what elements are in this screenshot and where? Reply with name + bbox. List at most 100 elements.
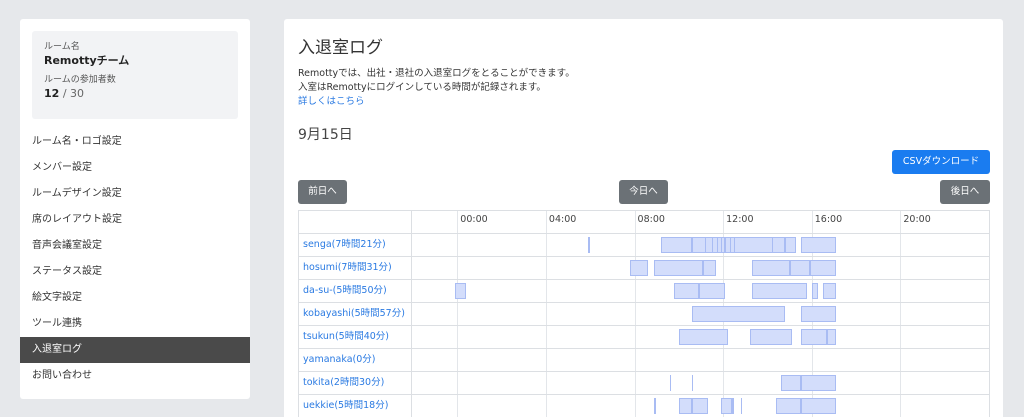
presence-segment <box>678 398 693 414</box>
sidebar-item[interactable]: ルーム名・ロゴ設定 <box>20 129 250 155</box>
grid-line <box>457 349 459 371</box>
presence-segment <box>776 398 801 414</box>
presence-mark <box>771 237 773 253</box>
presence-mark <box>716 237 718 253</box>
presence-segment <box>692 398 708 414</box>
user-name-link[interactable]: da-su-(5時間50分) <box>299 280 412 302</box>
grid-line <box>457 303 459 325</box>
main-panel: 入退室ログ Remottyでは、出社・退社の入退室ログをとることができます。 入… <box>284 19 1003 417</box>
sidebar-item[interactable]: 席のレイアウト設定 <box>20 207 250 233</box>
presence-segment <box>678 329 728 345</box>
grid-line <box>723 257 725 279</box>
sidebar-item[interactable]: ステータス設定 <box>20 259 250 285</box>
grid-line <box>811 349 813 371</box>
grid-line <box>545 234 547 256</box>
next-day-button[interactable]: 後日へ <box>940 180 990 204</box>
presence-segment <box>654 398 657 414</box>
sidebar-item[interactable]: お問い合わせ <box>20 363 250 389</box>
user-name-link[interactable]: yamanaka(0分) <box>299 349 412 371</box>
sidebar-item[interactable]: 音声会議室設定 <box>20 233 250 259</box>
header-name-cell <box>299 211 412 233</box>
page-description: Remottyでは、出社・退社の入退室ログをとることができます。 入室はRemo… <box>298 67 575 109</box>
grid-line <box>634 349 636 371</box>
sidebar-item[interactable]: 絵文字設定 <box>20 285 250 311</box>
page-title: 入退室ログ <box>298 38 383 58</box>
presence-segment <box>455 283 467 299</box>
description-line-1: Remottyでは、出社・退社の入退室ログをとることができます。 <box>298 68 575 79</box>
presence-mark <box>740 398 742 414</box>
attendance-log-table: 00:00 04:00 08:00 12:00 16:00 20:00 senga(7時間… <box>298 210 990 417</box>
presence-mark <box>734 237 736 253</box>
log-row: kobayashi(5時間57分) <box>299 303 989 326</box>
presence-segment <box>811 283 819 299</box>
user-name-link[interactable]: tsukun(5時間40分) <box>299 326 412 348</box>
today-button[interactable]: 今日へ <box>619 180 668 204</box>
presence-segment <box>661 237 693 253</box>
presence-segment <box>822 283 837 299</box>
sidebar-item[interactable]: ルームデザイン設定 <box>20 181 250 207</box>
presence-segment <box>751 260 790 276</box>
presence-segment <box>720 398 732 414</box>
grid-line <box>545 395 547 417</box>
grid-line <box>457 372 459 394</box>
sidebar-item[interactable]: メンバー設定 <box>20 155 250 181</box>
time-tick-label: 16:00 <box>814 214 843 225</box>
members-max: / 30 <box>62 87 85 100</box>
time-tick-label: 12:00 <box>726 214 754 225</box>
grid-line <box>457 257 459 279</box>
presence-segment <box>732 398 735 414</box>
grid-line <box>634 395 636 417</box>
presence-segment <box>674 283 699 299</box>
grid-line <box>900 280 902 302</box>
time-tick-label: 20:00 <box>903 214 931 225</box>
log-row: hosumi(7時間31分) <box>299 257 989 280</box>
grid-line <box>900 395 902 417</box>
presence-segment <box>751 283 808 299</box>
presence-mark <box>669 375 671 391</box>
room-name-label: ルーム名 <box>44 42 80 52</box>
presence-segment <box>698 283 726 299</box>
members-count: 12 / 30 <box>44 86 226 101</box>
time-header-row: 00:00 04:00 08:00 12:00 16:00 20:00 <box>299 211 989 234</box>
user-name-link[interactable]: senga(7時間21分) <box>299 234 412 256</box>
grid-line <box>900 372 902 394</box>
csv-download-button[interactable]: CSVダウンロード <box>892 150 990 174</box>
grid-line <box>457 395 459 417</box>
presence-segment <box>630 260 648 276</box>
user-name-link[interactable]: tokita(2時間30分) <box>299 372 412 394</box>
grid-line <box>634 303 636 325</box>
presence-segment <box>654 260 704 276</box>
grid-line <box>545 280 547 302</box>
log-row: tsukun(5時間40分) <box>299 326 989 349</box>
grid-line <box>457 326 459 348</box>
detail-link[interactable]: 詳しくはこちら <box>298 96 365 107</box>
presence-segment <box>749 329 792 345</box>
user-name-link[interactable]: hosumi(7時間31分) <box>299 257 412 279</box>
grid-line <box>545 257 547 279</box>
grid-line <box>634 326 636 348</box>
presence-mark <box>712 237 714 253</box>
grid-line <box>900 303 902 325</box>
presence-mark <box>720 237 722 253</box>
presence-segment <box>703 260 717 276</box>
settings-menu: ルーム名・ロゴ設定 メンバー設定 ルームデザイン設定 席のレイアウト設定 音声会議室設定… <box>20 129 250 389</box>
sidebar-item[interactable]: ツール連携 <box>20 311 250 337</box>
presence-segment <box>827 329 837 345</box>
time-tick-label: 04:00 <box>548 214 577 225</box>
grid-line <box>545 372 547 394</box>
time-tick-label: 08:00 <box>637 214 665 225</box>
presence-segment <box>809 260 837 276</box>
description-line-2: 入室はRemottyにログインしている時間が記録されます。 <box>298 82 546 93</box>
previous-day-button[interactable]: 前日へ <box>298 180 347 204</box>
log-row: da-su-(5時間50分) <box>299 280 989 303</box>
presence-mark <box>705 237 707 253</box>
user-name-link[interactable]: uekkie(5時間18分) <box>299 395 412 417</box>
presence-segment <box>800 375 837 391</box>
user-name-link[interactable]: kobayashi(5時間57分) <box>299 303 412 325</box>
current-date: 9月15日 <box>298 127 353 143</box>
sidebar-item[interactable]: 入退室ログ <box>20 337 250 363</box>
room-name: Remottyチーム <box>44 54 130 67</box>
presence-mark <box>692 375 694 391</box>
presence-segment <box>800 398 837 414</box>
room-info-card: ルーム名 Remottyチーム ルームの参加者数 12 / 30 <box>32 31 238 119</box>
